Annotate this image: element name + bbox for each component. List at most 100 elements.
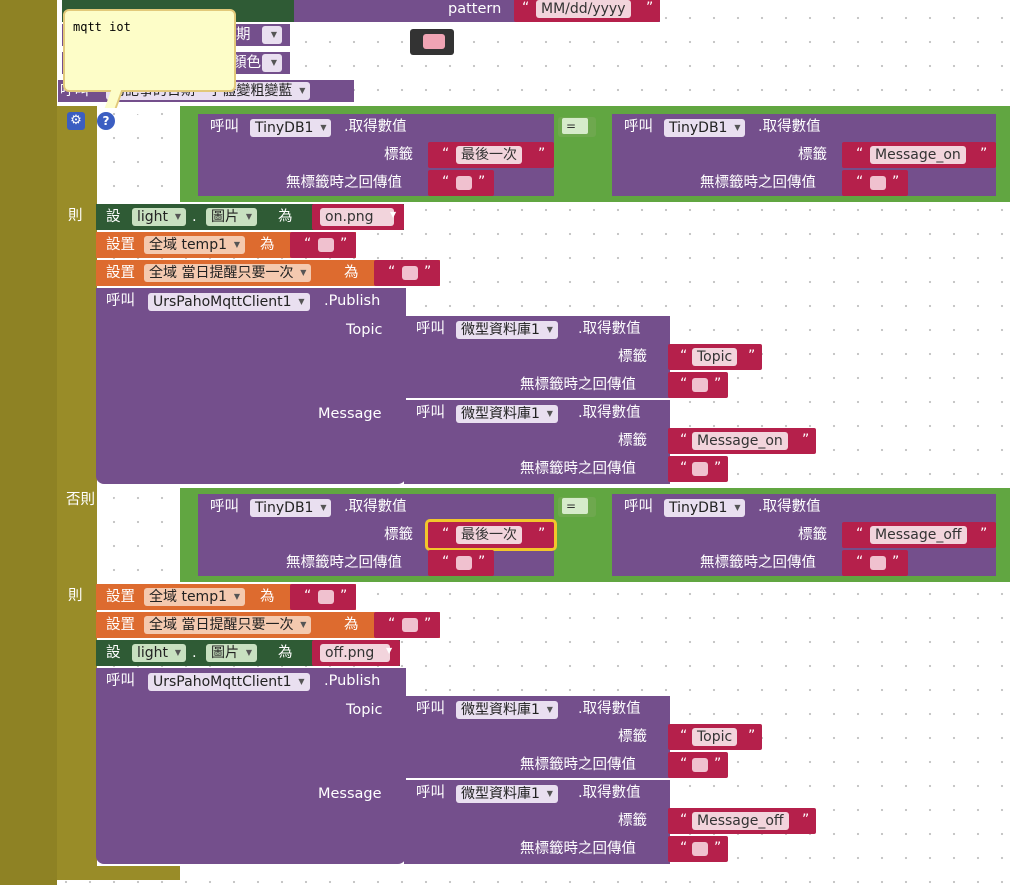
- db-dropdown[interactable]: TinyDB1: [664, 119, 746, 137]
- tag-label: 標籤: [618, 729, 647, 745]
- compare-operator[interactable]: =: [558, 117, 596, 137]
- if-block-bottom: [57, 866, 180, 880]
- set-label: 設: [106, 645, 121, 661]
- empty-string[interactable]: [692, 758, 708, 772]
- tinydb-message-block-2[interactable]: 呼叫 微型資料庫1 .取得數值 標籤 無標籤時之回傳值: [404, 780, 670, 864]
- tag-string-3-selected[interactable]: “ 最後一次 ”: [425, 519, 557, 551]
- publish-block-1[interactable]: 呼叫 UrsPahoMqttClient1 .Publish Topic Mes…: [96, 288, 406, 484]
- empty-string[interactable]: [870, 556, 886, 570]
- image-string-1[interactable]: on.png ▼: [312, 204, 404, 230]
- partial-dropdown-1[interactable]: [262, 26, 282, 44]
- db-dropdown[interactable]: TinyDB1: [664, 499, 746, 517]
- compare-operator[interactable]: =: [558, 497, 596, 517]
- to-label: 為: [344, 265, 359, 281]
- tag-label: 標籤: [618, 433, 647, 449]
- component-dropdown[interactable]: light: [132, 208, 187, 226]
- image-value[interactable]: on.png: [320, 208, 394, 226]
- empty-string[interactable]: [692, 462, 708, 476]
- set-label: 設置: [106, 265, 135, 281]
- default-label: 無標籤時之回傳值: [700, 555, 816, 571]
- message-value[interactable]: Message_off: [692, 812, 789, 830]
- outer-event-rail[interactable]: [0, 0, 57, 885]
- tag-value[interactable]: 最後一次: [456, 526, 522, 544]
- tinydb-topic-block-1[interactable]: 呼叫 微型資料庫1 .取得數值 標籤 無標籤時之回傳值: [404, 316, 670, 398]
- topic-value[interactable]: Topic: [692, 348, 738, 366]
- db-dropdown[interactable]: TinyDB1: [250, 119, 332, 137]
- tag-value[interactable]: Message_off: [870, 526, 967, 544]
- topic-default-1[interactable]: “”: [668, 372, 728, 398]
- dot-label: .: [192, 209, 197, 225]
- tag-value[interactable]: 最後一次: [456, 146, 522, 164]
- empty-string-var1[interactable]: “”: [290, 232, 356, 258]
- tag-value[interactable]: Message_on: [870, 146, 966, 164]
- comment-bubble[interactable]: mqtt iot: [63, 9, 236, 92]
- property-dropdown[interactable]: 圖片: [206, 208, 257, 226]
- tag-label: 標籤: [384, 527, 413, 543]
- default-string-4[interactable]: “”: [842, 550, 908, 576]
- db-dropdown[interactable]: 微型資料庫1: [456, 405, 558, 423]
- image-value[interactable]: off.png: [320, 644, 391, 662]
- db-dropdown[interactable]: 微型資料庫1: [456, 785, 558, 803]
- operator-dropdown[interactable]: =: [562, 118, 589, 134]
- topic-label: Topic: [346, 702, 383, 718]
- default-label: 無標籤時之回傳值: [520, 461, 636, 477]
- pattern-string[interactable]: “ MM/dd/yyyy ”: [514, 0, 660, 22]
- empty-string[interactable]: [456, 176, 472, 190]
- default-string-2[interactable]: “”: [842, 170, 908, 196]
- message-string-2[interactable]: “Message_off”: [668, 808, 816, 834]
- tag-string-1[interactable]: “ 最後一次 ”: [428, 142, 554, 168]
- message-default-1[interactable]: “”: [668, 456, 728, 482]
- component-dropdown[interactable]: light: [132, 644, 187, 662]
- var-dropdown[interactable]: 全域 當日提醒只要一次: [144, 616, 312, 634]
- var-dropdown[interactable]: 全域 temp1: [144, 236, 245, 254]
- empty-string-var2[interactable]: “”: [374, 260, 440, 286]
- empty-string[interactable]: [402, 618, 418, 632]
- empty-string[interactable]: [870, 176, 886, 190]
- message-value[interactable]: Message_on: [692, 432, 788, 450]
- tinydb-topic-block-2[interactable]: 呼叫 微型資料庫1 .取得數值 標籤 無標籤時之回傳值: [404, 696, 670, 778]
- help-icon[interactable]: ?: [97, 112, 115, 130]
- message-string-1[interactable]: “Message_on”: [668, 428, 816, 454]
- empty-string-var3[interactable]: “”: [290, 584, 356, 610]
- pattern-value[interactable]: MM/dd/yyyy: [536, 0, 631, 18]
- set-label: 設置: [106, 237, 135, 253]
- then-label-2: 則: [68, 588, 83, 604]
- default-string-1[interactable]: “”: [428, 170, 494, 196]
- gear-icon[interactable]: ⚙: [67, 112, 85, 130]
- message-label: Message: [318, 786, 382, 802]
- method-label: .取得數值: [344, 499, 407, 515]
- client-dropdown[interactable]: UrsPahoMqttClient1: [148, 673, 310, 691]
- var-dropdown[interactable]: 全域 temp1: [144, 588, 245, 606]
- tag-label: 標籤: [798, 147, 827, 163]
- db-dropdown[interactable]: 微型資料庫1: [456, 701, 558, 719]
- publish-block-2[interactable]: 呼叫 UrsPahoMqttClient1 .Publish Topic Mes…: [96, 668, 406, 864]
- message-default-2[interactable]: “”: [668, 836, 728, 862]
- empty-string[interactable]: [318, 238, 334, 252]
- db-dropdown[interactable]: TinyDB1: [250, 499, 332, 517]
- client-dropdown[interactable]: UrsPahoMqttClient1: [148, 293, 310, 311]
- empty-string[interactable]: [692, 842, 708, 856]
- if-label: 如果: [126, 112, 155, 128]
- var-dropdown[interactable]: 全域 當日提醒只要一次: [144, 264, 312, 282]
- tinydb-message-block-1[interactable]: 呼叫 微型資料庫1 .取得數值 標籤 無標籤時之回傳值: [404, 400, 670, 484]
- empty-string-var4[interactable]: “”: [374, 612, 440, 638]
- image-string-2[interactable]: off.png ▼: [312, 640, 400, 666]
- tag-string-2[interactable]: “ Message_on ”: [842, 142, 996, 168]
- operator-dropdown[interactable]: =: [562, 498, 589, 514]
- camera-icon[interactable]: [410, 29, 454, 55]
- topic-string-2[interactable]: “Topic”: [668, 724, 762, 750]
- property-dropdown[interactable]: 圖片: [206, 644, 257, 662]
- empty-string[interactable]: [318, 590, 334, 604]
- method-label: .取得數值: [578, 321, 641, 337]
- empty-string[interactable]: [456, 556, 472, 570]
- topic-default-2[interactable]: “”: [668, 752, 728, 778]
- default-string-3[interactable]: “”: [428, 550, 494, 576]
- empty-string[interactable]: [402, 266, 418, 280]
- db-dropdown[interactable]: 微型資料庫1: [456, 321, 558, 339]
- tag-string-4[interactable]: “ Message_off ”: [842, 522, 996, 548]
- default-label: 無標籤時之回傳值: [520, 757, 636, 773]
- empty-string[interactable]: [692, 378, 708, 392]
- topic-string-1[interactable]: “Topic”: [668, 344, 762, 370]
- topic-value[interactable]: Topic: [692, 728, 738, 746]
- partial-dropdown-2[interactable]: [262, 54, 282, 72]
